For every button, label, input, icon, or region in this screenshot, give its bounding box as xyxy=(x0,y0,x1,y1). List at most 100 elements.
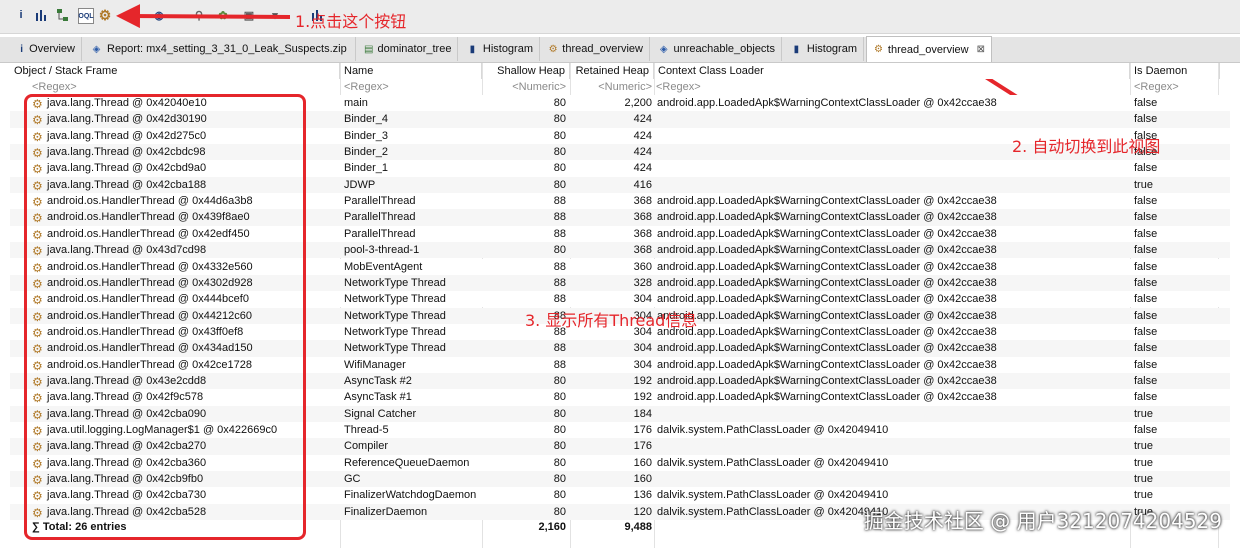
cell-name: ParallelThread xyxy=(344,211,416,224)
col-header-object[interactable]: Object / Stack Frame xyxy=(10,63,340,79)
cell-shallow: 88 xyxy=(553,195,566,208)
cell-daemon: false xyxy=(1134,244,1158,257)
tab-report[interactable]: ◈ Report: mx4_setting_3_31_0_Leak_Suspec… xyxy=(84,37,356,61)
col-header-retained[interactable]: Retained Heap xyxy=(570,63,654,79)
cell-shallow: 80 xyxy=(553,424,566,436)
cell-name: AsyncTask #1 xyxy=(344,391,412,404)
cell-name: NetworkType Thread xyxy=(344,293,446,306)
filter-daemon-input[interactable]: <Regex> xyxy=(1134,79,1214,95)
annotation-step2: 2. 自动切换到此视图 xyxy=(1012,137,1161,156)
cell-name: Signal Catcher xyxy=(344,407,417,420)
cell-loader: android.app.LoadedApk$WarningContextClas… xyxy=(657,391,997,404)
filter-retained-input[interactable]: <Numeric> xyxy=(574,79,652,95)
cell-name: NetworkType Thread xyxy=(344,276,446,289)
tab-thread-overview-active[interactable]: ⚙ thread_overview ⊠ xyxy=(866,36,992,62)
cell-daemon: false xyxy=(1134,391,1158,404)
watermark: 掘金技术社区 @ 用户3212074204529 xyxy=(863,509,1222,533)
search-icon[interactable]: ⚲ xyxy=(192,8,206,22)
tab-unreachable-objects[interactable]: ◈ unreachable_objects xyxy=(652,37,782,61)
cell-name: Compiler xyxy=(344,440,389,453)
close-icon[interactable]: ⊠ xyxy=(977,44,985,55)
cell-name: ParallelThread xyxy=(344,195,416,208)
cell-name: main xyxy=(344,97,368,109)
cell-shallow: 88 xyxy=(553,293,566,306)
cell-retained: 192 xyxy=(633,374,652,387)
cell-retained: 328 xyxy=(633,276,652,289)
annotation-step1: 1.点击这个按钮 xyxy=(295,12,407,31)
annotation-highlight-box xyxy=(24,94,306,540)
cell-loader xyxy=(657,160,1127,176)
filter-loader-input[interactable]: <Regex> xyxy=(656,79,856,95)
cell-retained: 192 xyxy=(633,391,652,404)
annotation-step3: 3. 显示所有Thread信息 xyxy=(525,311,698,330)
cell-loader xyxy=(657,406,1127,422)
filter-row: <Regex> <Regex> <Numeric> <Numeric> <Reg… xyxy=(10,79,1230,95)
tab-dominator-tree[interactable]: ▤ dominator_tree xyxy=(358,37,458,61)
cell-shallow: 80 xyxy=(553,97,566,109)
cell-retained: 120 xyxy=(633,505,652,518)
col-header-shallow[interactable]: Shallow Heap xyxy=(482,63,570,79)
histogram-icon: ▮ xyxy=(469,43,476,55)
cell-daemon: true xyxy=(1134,489,1153,502)
cell-loader: android.app.LoadedApk$WarningContextClas… xyxy=(657,374,997,387)
query-browser-icon[interactable]: ◉ xyxy=(152,8,166,22)
cell-name: FinalizerDaemon xyxy=(344,505,428,518)
filter-icon[interactable]: ▾ xyxy=(268,8,282,22)
cell-daemon: false xyxy=(1134,424,1158,436)
cell-shallow: 80 xyxy=(553,391,566,404)
cell-retained: 304 xyxy=(633,293,652,306)
cell-retained: 360 xyxy=(633,260,652,273)
cell-retained: 304 xyxy=(633,342,652,355)
cell-loader: dalvik.system.PathClassLoader @ 0x420494… xyxy=(657,456,889,469)
info-icon: i xyxy=(20,43,23,55)
run-report-icon[interactable]: ✿ xyxy=(216,8,230,22)
col-header-name[interactable]: Name xyxy=(340,63,482,79)
cell-daemon: true xyxy=(1134,456,1153,469)
cell-daemon: false xyxy=(1134,358,1158,371)
cell-shallow: 80 xyxy=(553,456,566,469)
histogram-icon[interactable] xyxy=(34,8,48,22)
export-icon[interactable]: ▣ xyxy=(242,8,256,22)
cell-daemon: false xyxy=(1134,374,1158,387)
tab-thread-overview[interactable]: ⚙ thread_overview xyxy=(542,37,650,61)
cell-loader: android.app.LoadedApk$WarningContextClas… xyxy=(657,309,997,322)
cell-name: JDWP xyxy=(344,178,376,191)
cell-loader: android.app.LoadedApk$WarningContextClas… xyxy=(657,97,997,109)
editor-tabs: i Overview ◈ Report: mx4_setting_3_31_0_… xyxy=(0,36,1240,63)
filter-shallow-input[interactable]: <Numeric> xyxy=(486,79,566,95)
cell-shallow: 88 xyxy=(553,260,566,273)
thread-overview-icon[interactable]: ⚙ xyxy=(98,7,112,23)
tab-histogram[interactable]: ▮ Histogram xyxy=(460,37,540,61)
cell-daemon: true xyxy=(1134,440,1153,453)
cell-retained: 424 xyxy=(633,113,652,126)
info-icon[interactable]: i xyxy=(14,8,28,22)
cell-retained: 176 xyxy=(633,424,652,436)
filter-name-input[interactable]: <Regex> xyxy=(344,79,474,95)
col-header-daemon[interactable]: Is Daemon xyxy=(1130,63,1220,79)
total-retained: 9,488 xyxy=(624,521,652,533)
cell-retained: 368 xyxy=(633,195,652,208)
tab-overview[interactable]: i Overview xyxy=(12,37,82,61)
oql-icon[interactable]: OQL xyxy=(78,8,94,24)
cell-daemon: false xyxy=(1134,195,1158,208)
cell-name: NetworkType Thread xyxy=(344,325,446,338)
cell-shallow: 88 xyxy=(553,276,566,289)
cell-name: GC xyxy=(344,473,361,486)
cell-loader: android.app.LoadedApk$WarningContextClas… xyxy=(657,325,997,338)
cell-name: Binder_4 xyxy=(344,113,389,126)
cell-shallow: 80 xyxy=(553,129,566,142)
cell-retained: 424 xyxy=(633,162,652,175)
cell-daemon: false xyxy=(1134,293,1158,306)
cell-shallow: 80 xyxy=(553,244,566,257)
cell-retained: 136 xyxy=(633,489,652,502)
dominator-tree-icon[interactable] xyxy=(56,8,70,22)
cell-daemon: false xyxy=(1134,325,1158,338)
cell-retained: 160 xyxy=(633,473,652,486)
tab-histogram-2[interactable]: ▮ Histogram xyxy=(784,37,864,61)
cell-shallow: 80 xyxy=(553,374,566,387)
cell-shallow: 80 xyxy=(553,489,566,502)
cell-loader: android.app.LoadedApk$WarningContextClas… xyxy=(657,342,997,355)
cell-daemon: false xyxy=(1134,162,1158,175)
filter-object-input[interactable]: <Regex> xyxy=(32,79,332,95)
col-header-loader[interactable]: Context Class Loader xyxy=(654,63,1130,79)
